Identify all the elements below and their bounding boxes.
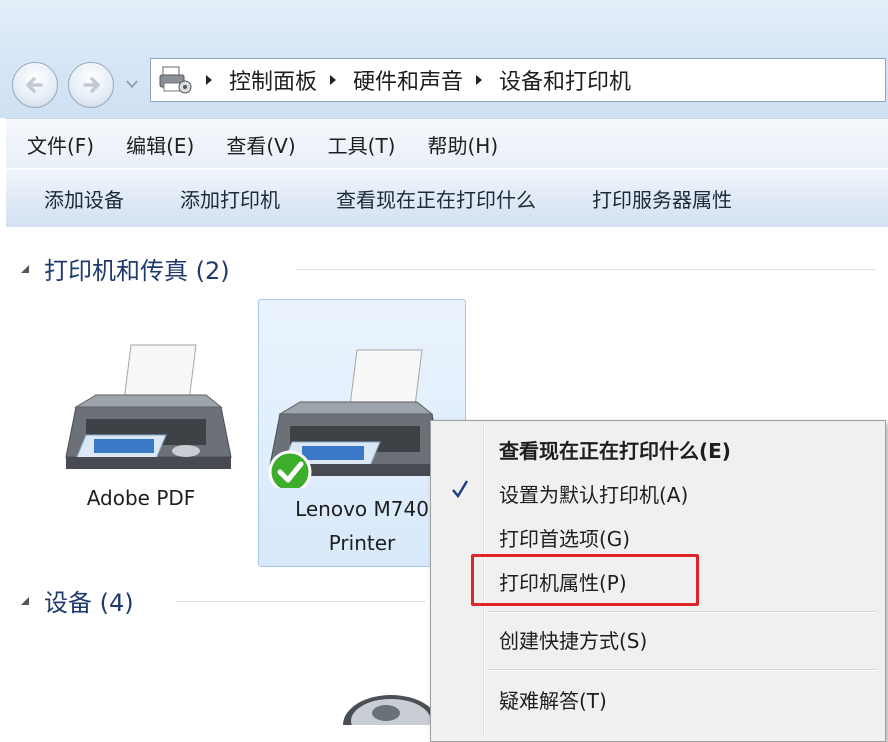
collapse-triangle-icon[interactable] — [20, 264, 30, 274]
highlight-annotation — [471, 554, 699, 606]
menu-create-shortcut[interactable]: 创建快捷方式(S) — [499, 625, 647, 654]
mouse-device-icon[interactable] — [326, 683, 436, 725]
breadcrumb-arrow-icon[interactable] — [473, 73, 485, 87]
back-arrow-icon — [26, 77, 43, 93]
menu-troubleshoot[interactable]: 疑难解答(T) — [499, 685, 607, 714]
see-whats-printing-button[interactable]: 查看现在正在打印什么 — [318, 184, 554, 213]
menu-tools[interactable]: 工具(T) — [317, 130, 407, 159]
command-bar: 添加设备 添加打印机 查看现在正在打印什么 打印服务器属性 — [6, 168, 888, 228]
forward-arrow-icon — [83, 77, 100, 93]
print-server-properties-button[interactable]: 打印服务器属性 — [574, 184, 750, 213]
menu-printing-preferences[interactable]: 打印首选项(G) — [499, 523, 630, 552]
checkmark-icon — [452, 480, 469, 499]
forward-button[interactable] — [68, 62, 114, 108]
collapse-triangle-icon[interactable] — [20, 596, 30, 606]
breadcrumb-arrow-icon[interactable] — [327, 73, 339, 87]
add-printer-button[interactable]: 添加打印机 — [162, 184, 298, 213]
menu-file[interactable]: 文件(F) — [16, 130, 105, 159]
breadcrumb-arrow-icon[interactable] — [203, 73, 215, 87]
breadcrumb-devices-printers[interactable]: 设备和打印机 — [499, 64, 631, 96]
menu-separator — [487, 669, 877, 671]
menu-separator — [487, 611, 877, 613]
group-title: 打印机和传真 (2) — [44, 257, 230, 285]
back-button[interactable] — [12, 62, 58, 108]
printer-icon — [65, 344, 232, 469]
menu-view[interactable]: 查看(V) — [215, 130, 306, 159]
breadcrumb-control-panel[interactable]: 控制面板 — [229, 64, 317, 96]
printer-label: Adobe PDF — [86, 486, 196, 510]
group-title: 设备 (4) — [44, 589, 134, 617]
menu-set-default-printer[interactable]: 设置为默认打印机(A) — [499, 479, 688, 508]
group-header-printers[interactable]: 打印机和传真 (2) — [20, 251, 230, 286]
title-bar: 控制面板 硬件和声音 设备和打印机 — [0, 0, 888, 118]
menu-help[interactable]: 帮助(H) — [416, 130, 509, 159]
group-header-devices[interactable]: 设备 (4) — [20, 583, 134, 618]
group-divider — [176, 601, 426, 602]
devices-printers-icon — [159, 65, 193, 95]
add-device-button[interactable]: 添加设备 — [26, 184, 142, 213]
group-divider — [296, 269, 876, 270]
address-bar[interactable]: 控制面板 硬件和声音 设备和打印机 — [150, 58, 886, 102]
breadcrumb-hardware-sound[interactable]: 硬件和声音 — [353, 64, 463, 96]
menu-edit[interactable]: 编辑(E) — [115, 130, 205, 159]
recent-pages-dropdown-icon[interactable] — [126, 78, 138, 90]
default-printer-check-icon — [268, 450, 312, 494]
printer-adobe-pdf[interactable]: Adobe PDF — [36, 307, 246, 527]
menu-see-whats-printing[interactable]: 查看现在正在打印什么(E) — [499, 435, 731, 464]
menu-bar: 文件(F) 编辑(E) 查看(V) 工具(T) 帮助(H) — [6, 118, 888, 169]
